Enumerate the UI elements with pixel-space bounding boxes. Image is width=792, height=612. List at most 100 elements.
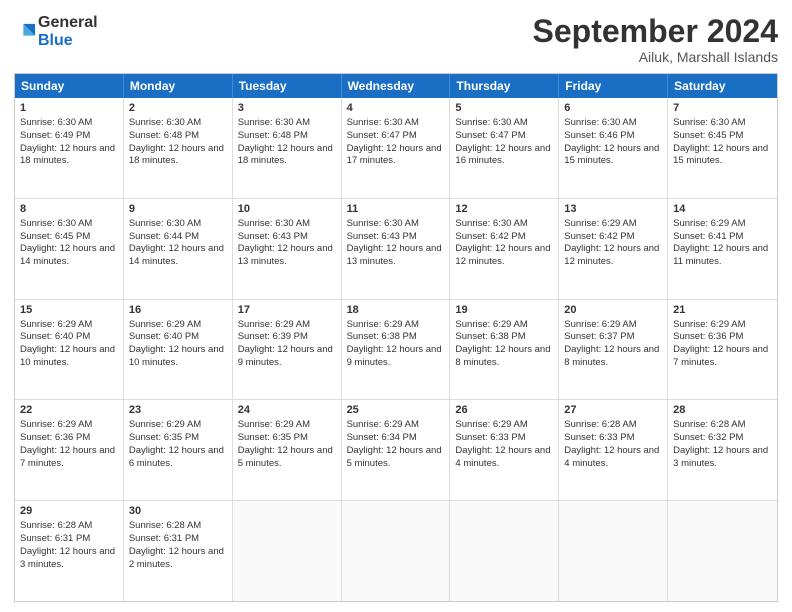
cell-empty-4 <box>559 501 668 601</box>
sunrise: Sunrise: 6:30 AM <box>129 117 201 128</box>
day-num: 15 <box>20 303 118 318</box>
logo-blue: Blue <box>38 32 73 49</box>
day-num: 12 <box>455 202 553 217</box>
day-num: 24 <box>238 403 336 418</box>
sunrise: Sunrise: 6:29 AM <box>238 319 310 330</box>
sunrise: Sunrise: 6:29 AM <box>673 319 745 330</box>
cell-sep23: 23 Sunrise: 6:29 AM Sunset: 6:35 PM Dayl… <box>124 400 233 500</box>
day-num: 14 <box>673 202 772 217</box>
sunrise: Sunrise: 6:29 AM <box>129 319 201 330</box>
sunrise: Sunrise: 6:30 AM <box>347 218 419 229</box>
daylight: Daylight: 12 hours and 7 minutes. <box>20 445 115 469</box>
sunrise: Sunrise: 6:29 AM <box>347 319 419 330</box>
day-num: 5 <box>455 101 553 116</box>
daylight: Daylight: 12 hours and 4 minutes. <box>455 445 550 469</box>
sunset: Sunset: 6:36 PM <box>20 432 90 443</box>
sunrise: Sunrise: 6:30 AM <box>673 117 745 128</box>
day-num: 20 <box>564 303 662 318</box>
sunrise: Sunrise: 6:30 AM <box>347 117 419 128</box>
calendar: Sunday Monday Tuesday Wednesday Thursday… <box>14 73 778 602</box>
sunset: Sunset: 6:34 PM <box>347 432 417 443</box>
daylight: Daylight: 12 hours and 7 minutes. <box>673 344 768 368</box>
header-sunday: Sunday <box>15 74 124 98</box>
cal-row-5: 29 Sunrise: 6:28 AM Sunset: 6:31 PM Dayl… <box>15 501 777 601</box>
location: Ailuk, Marshall Islands <box>533 49 778 65</box>
sunset: Sunset: 6:36 PM <box>673 331 743 342</box>
daylight: Daylight: 12 hours and 12 minutes. <box>455 243 550 267</box>
sunset: Sunset: 6:47 PM <box>347 130 417 141</box>
sunset: Sunset: 6:42 PM <box>564 231 634 242</box>
day-num: 26 <box>455 403 553 418</box>
daylight: Daylight: 12 hours and 12 minutes. <box>564 243 659 267</box>
header-friday: Friday <box>559 74 668 98</box>
cell-sep30: 30 Sunrise: 6:28 AM Sunset: 6:31 PM Dayl… <box>124 501 233 601</box>
daylight: Daylight: 12 hours and 14 minutes. <box>129 243 224 267</box>
day-num: 4 <box>347 101 445 116</box>
daylight: Daylight: 12 hours and 3 minutes. <box>20 546 115 570</box>
day-num: 25 <box>347 403 445 418</box>
daylight: Daylight: 12 hours and 16 minutes. <box>455 143 550 167</box>
cell-sep4: 4 Sunrise: 6:30 AM Sunset: 6:47 PM Dayli… <box>342 98 451 198</box>
cell-sep22: 22 Sunrise: 6:29 AM Sunset: 6:36 PM Dayl… <box>15 400 124 500</box>
sunset: Sunset: 6:41 PM <box>673 231 743 242</box>
daylight: Daylight: 12 hours and 17 minutes. <box>347 143 442 167</box>
cell-sep10: 10 Sunrise: 6:30 AM Sunset: 6:43 PM Dayl… <box>233 199 342 299</box>
cell-sep12: 12 Sunrise: 6:30 AM Sunset: 6:42 PM Dayl… <box>450 199 559 299</box>
sunset: Sunset: 6:33 PM <box>455 432 525 443</box>
daylight: Daylight: 12 hours and 10 minutes. <box>20 344 115 368</box>
header-thursday: Thursday <box>450 74 559 98</box>
sunrise: Sunrise: 6:29 AM <box>455 319 527 330</box>
cell-sep21: 21 Sunrise: 6:29 AM Sunset: 6:36 PM Dayl… <box>668 300 777 400</box>
sunset: Sunset: 6:31 PM <box>129 533 199 544</box>
cell-sep7: 7 Sunrise: 6:30 AM Sunset: 6:45 PM Dayli… <box>668 98 777 198</box>
sunrise: Sunrise: 6:29 AM <box>673 218 745 229</box>
logo-icon <box>16 21 38 43</box>
sunrise: Sunrise: 6:30 AM <box>455 117 527 128</box>
cell-sep28: 28 Sunrise: 6:28 AM Sunset: 6:32 PM Dayl… <box>668 400 777 500</box>
day-num: 13 <box>564 202 662 217</box>
sunset: Sunset: 6:42 PM <box>455 231 525 242</box>
cell-sep18: 18 Sunrise: 6:29 AM Sunset: 6:38 PM Dayl… <box>342 300 451 400</box>
daylight: Daylight: 12 hours and 18 minutes. <box>129 143 224 167</box>
cal-row-2: 8 Sunrise: 6:30 AM Sunset: 6:45 PM Dayli… <box>15 199 777 300</box>
sunset: Sunset: 6:46 PM <box>564 130 634 141</box>
daylight: Daylight: 12 hours and 13 minutes. <box>347 243 442 267</box>
daylight: Daylight: 12 hours and 3 minutes. <box>673 445 768 469</box>
sunrise: Sunrise: 6:29 AM <box>238 419 310 430</box>
calendar-header: Sunday Monday Tuesday Wednesday Thursday… <box>15 74 777 98</box>
sunrise: Sunrise: 6:30 AM <box>238 117 310 128</box>
daylight: Daylight: 12 hours and 11 minutes. <box>673 243 768 267</box>
cell-empty-1 <box>233 501 342 601</box>
sunset: Sunset: 6:43 PM <box>238 231 308 242</box>
sunrise: Sunrise: 6:29 AM <box>564 218 636 229</box>
sunset: Sunset: 6:43 PM <box>347 231 417 242</box>
daylight: Daylight: 12 hours and 13 minutes. <box>238 243 333 267</box>
sunrise: Sunrise: 6:29 AM <box>20 319 92 330</box>
cal-row-3: 15 Sunrise: 6:29 AM Sunset: 6:40 PM Dayl… <box>15 300 777 401</box>
day-num: 18 <box>347 303 445 318</box>
sunset: Sunset: 6:32 PM <box>673 432 743 443</box>
daylight: Daylight: 12 hours and 8 minutes. <box>564 344 659 368</box>
day-num: 9 <box>129 202 227 217</box>
day-num: 27 <box>564 403 662 418</box>
sunset: Sunset: 6:48 PM <box>129 130 199 141</box>
day-num: 6 <box>564 101 662 116</box>
cell-empty-3 <box>450 501 559 601</box>
day-num: 16 <box>129 303 227 318</box>
sunrise: Sunrise: 6:30 AM <box>129 218 201 229</box>
daylight: Daylight: 12 hours and 5 minutes. <box>347 445 442 469</box>
daylight: Daylight: 12 hours and 14 minutes. <box>20 243 115 267</box>
header-monday: Monday <box>124 74 233 98</box>
sunrise: Sunrise: 6:29 AM <box>20 419 92 430</box>
cell-sep19: 19 Sunrise: 6:29 AM Sunset: 6:38 PM Dayl… <box>450 300 559 400</box>
cell-empty-5 <box>668 501 777 601</box>
day-num: 23 <box>129 403 227 418</box>
day-num: 2 <box>129 101 227 116</box>
daylight: Daylight: 12 hours and 6 minutes. <box>129 445 224 469</box>
daylight: Daylight: 12 hours and 15 minutes. <box>564 143 659 167</box>
month-title: September 2024 <box>533 14 778 49</box>
cell-sep1: 1 Sunrise: 6:30 AM Sunset: 6:49 PM Dayli… <box>15 98 124 198</box>
daylight: Daylight: 12 hours and 15 minutes. <box>673 143 768 167</box>
day-num: 3 <box>238 101 336 116</box>
sunset: Sunset: 6:38 PM <box>455 331 525 342</box>
